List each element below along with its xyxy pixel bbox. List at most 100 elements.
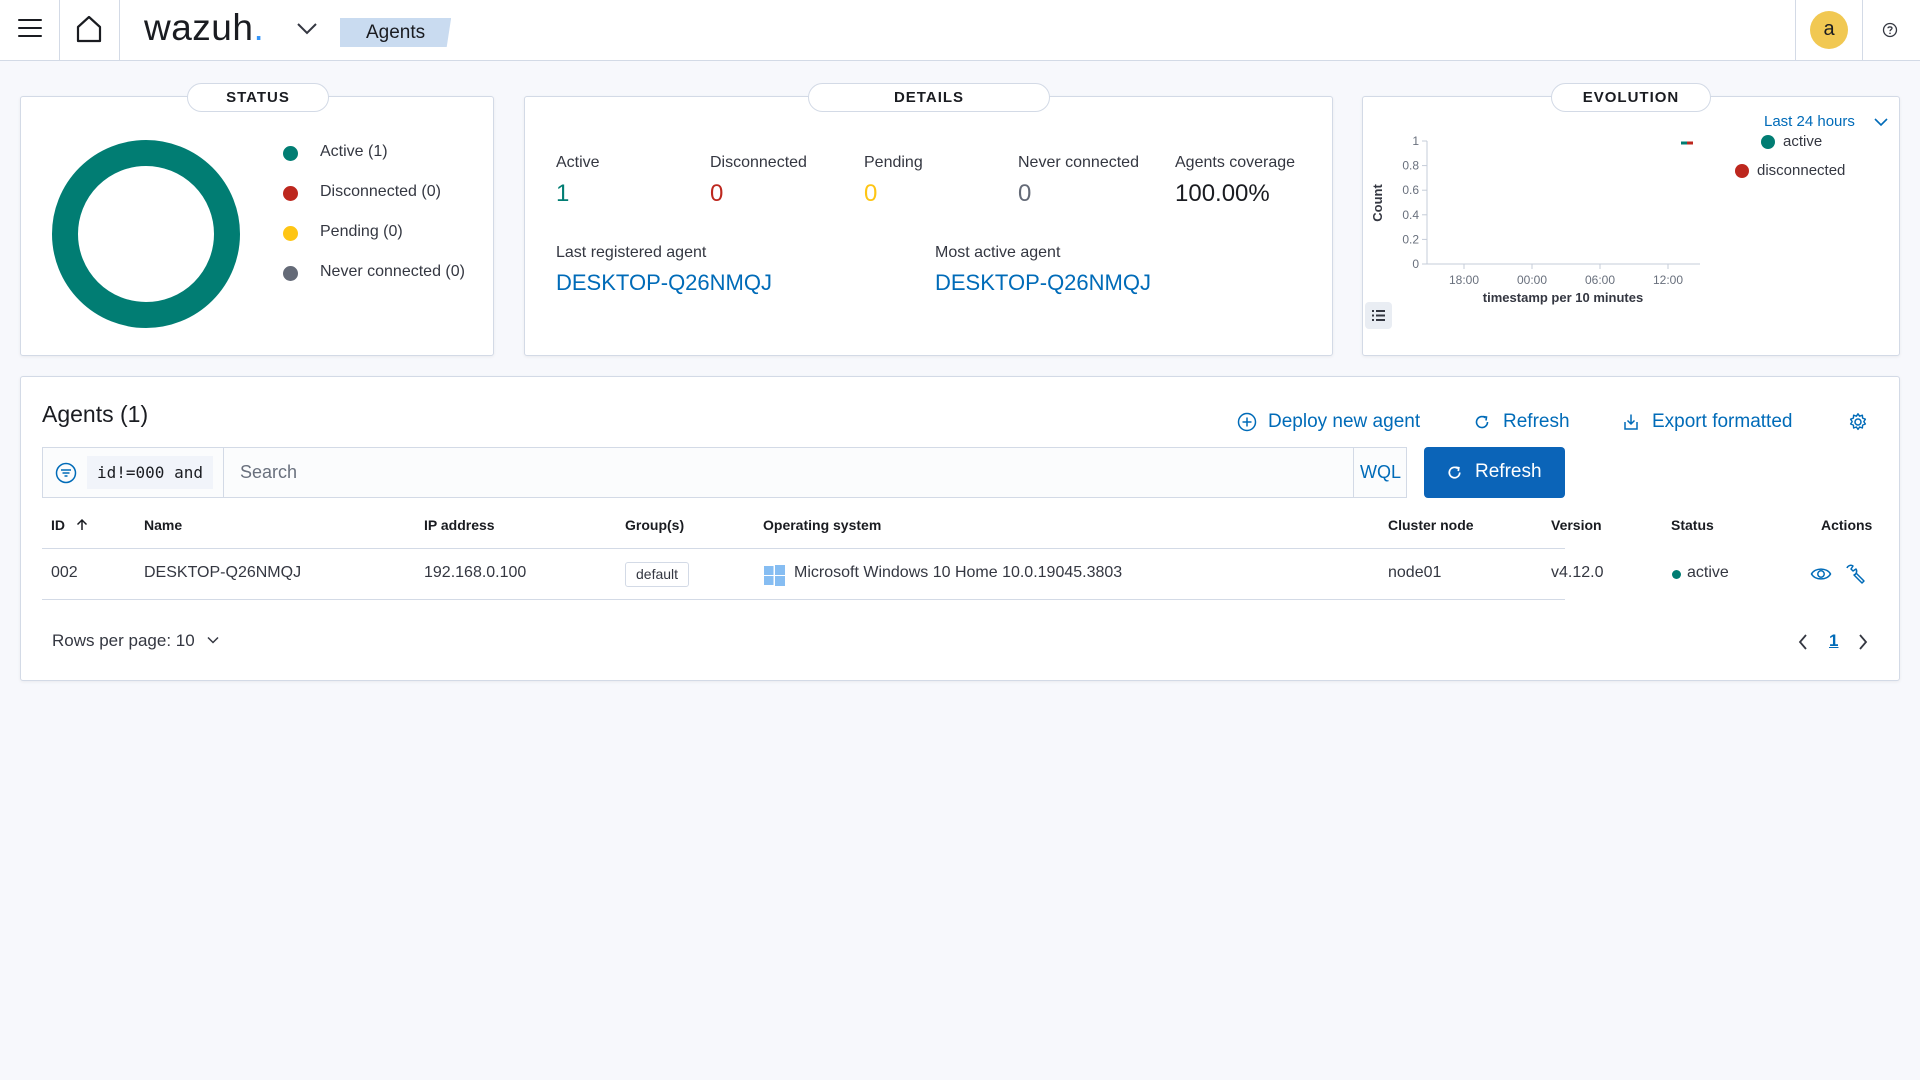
status-dot: [1672, 570, 1681, 579]
legend-disconnected[interactable]: Disconnected (0): [320, 183, 441, 201]
most-active-label: Most active agent: [935, 244, 1061, 261]
stat-pending-label: Pending: [864, 154, 923, 171]
agents-table-panel: Agents (1) Deploy new agent Refresh Expo…: [20, 376, 1900, 681]
chevron-down-icon[interactable]: [1874, 117, 1888, 127]
column-header-os[interactable]: Operating system: [763, 517, 881, 533]
column-header-name[interactable]: Name: [144, 517, 182, 533]
cell-cluster-node: node01: [1388, 564, 1442, 581]
top-header: wazuh. Agents a: [0, 0, 1920, 61]
column-header-groups[interactable]: Group(s): [625, 517, 684, 533]
deploy-new-agent-button[interactable]: Deploy new agent: [1268, 411, 1420, 433]
menu-icon[interactable]: [18, 19, 42, 41]
header-divider: [59, 0, 60, 60]
user-avatar[interactable]: a: [1810, 11, 1848, 49]
status-panel: STATUS Active (1) Disconnected (0) Pendi…: [20, 83, 494, 356]
evo-legend-active[interactable]: active: [1783, 133, 1822, 150]
y-tick-label: 0.2: [1402, 232, 1419, 246]
rows-per-page-selector[interactable]: Rows per page: 10: [52, 631, 219, 651]
y-tick-label: 0: [1412, 257, 1419, 271]
y-tick-label: 0.6: [1402, 183, 1419, 197]
status-donut-chart: [52, 140, 240, 328]
legend-active-dot: [1761, 135, 1775, 149]
export-icon[interactable]: [1621, 412, 1641, 432]
time-range-label: Last 24 hours: [1764, 113, 1855, 130]
most-active-agent-link[interactable]: DESKTOP-Q26NMQJ: [935, 270, 1151, 296]
donut-active-segment: [52, 140, 240, 328]
chevron-down-icon: [207, 636, 219, 644]
cell-ip: 192.168.0.100: [424, 564, 527, 581]
chevron-down-icon[interactable]: [296, 20, 318, 36]
eye-icon[interactable]: [1810, 564, 1832, 584]
legend-toggle-button[interactable]: [1365, 302, 1392, 329]
cell-name: DESKTOP-Q26NMQJ: [144, 564, 302, 581]
group-badge[interactable]: default: [625, 562, 690, 587]
refresh-button[interactable]: Refresh: [1424, 447, 1565, 498]
gear-icon[interactable]: [1848, 412, 1868, 432]
wql-button[interactable]: WQL: [1353, 448, 1407, 497]
column-header-version[interactable]: Version: [1551, 517, 1602, 533]
stat-never-connected-label: Never connected: [1018, 154, 1139, 171]
panel-title: DETAILS: [808, 83, 1050, 112]
x-tick-label: 06:00: [1585, 273, 1615, 287]
wrench-icon[interactable]: [1844, 563, 1866, 585]
panel-title: STATUS: [187, 83, 329, 112]
search-bar: id!=000 and WQL: [42, 447, 1407, 498]
column-header-ip[interactable]: IP address: [424, 517, 495, 533]
chevron-left-icon[interactable]: [1797, 633, 1809, 651]
stat-pending-value[interactable]: 0: [864, 180, 877, 208]
legend-active[interactable]: Active (1): [320, 143, 388, 161]
help-icon[interactable]: [1882, 22, 1898, 38]
last-registered-agent-link[interactable]: DESKTOP-Q26NMQJ: [556, 270, 772, 296]
stat-disconnected-value[interactable]: 0: [710, 180, 723, 208]
cell-status: active: [1687, 564, 1729, 581]
details-panel: DETAILS Active 1 Disconnected 0 Pending …: [524, 83, 1333, 356]
chevron-right-icon[interactable]: [1857, 633, 1869, 651]
time-range-selector[interactable]: Last 24 hours: [1764, 113, 1855, 130]
header-divider: [1795, 0, 1796, 60]
search-input[interactable]: [223, 448, 1353, 497]
legend-pending-dot: [283, 226, 298, 241]
header-divider: [1862, 0, 1863, 60]
home-icon[interactable]: [74, 14, 104, 44]
stat-coverage-label: Agents coverage: [1175, 154, 1296, 171]
breadcrumb-agents[interactable]: Agents: [340, 18, 452, 47]
stat-coverage-value: 100.00%: [1175, 180, 1270, 207]
export-formatted-button[interactable]: Export formatted: [1652, 411, 1792, 433]
evolution-panel: EVOLUTION 0 0.2 0.4 0.6 0.8 1 18:00 00:00 06:00…: [1362, 83, 1900, 356]
cell-os: Microsoft Windows 10 Home 10.0.19045.380…: [794, 564, 1123, 581]
stat-active-value[interactable]: 1: [556, 180, 569, 208]
page-1-button[interactable]: 1: [1829, 631, 1838, 651]
wazuh-logo[interactable]: wazuh.: [144, 7, 264, 49]
cell-id: 002: [51, 564, 78, 581]
last-registered-label: Last registered agent: [556, 244, 707, 261]
legend-never-connected-dot: [283, 266, 298, 281]
legend-disconnected-dot: [283, 186, 298, 201]
query-chip[interactable]: id!=000 and: [87, 456, 213, 489]
y-axis-label: Count: [1370, 184, 1385, 222]
column-header-actions: Actions: [1821, 517, 1873, 533]
x-tick-label: 00:00: [1517, 273, 1547, 287]
stat-never-connected-value[interactable]: 0: [1018, 180, 1031, 208]
column-header-cluster-node[interactable]: Cluster node: [1388, 517, 1474, 533]
legend-disconnected-dot: [1735, 164, 1749, 178]
y-tick-label: 1: [1412, 134, 1419, 148]
cell-version: v4.12.0: [1551, 564, 1604, 581]
x-axis-label: timestamp per 10 minutes: [1483, 290, 1643, 305]
stat-active-label: Active: [556, 154, 600, 171]
refresh-link-button[interactable]: Refresh: [1503, 411, 1570, 433]
sort-ascending-icon: [76, 518, 87, 530]
plus-circle-icon[interactable]: [1237, 412, 1257, 432]
x-tick-label: 18:00: [1449, 273, 1479, 287]
header-divider: [119, 0, 120, 60]
stat-disconnected-label: Disconnected: [710, 154, 807, 171]
refresh-icon[interactable]: [1472, 412, 1492, 432]
legend-pending[interactable]: Pending (0): [320, 223, 403, 241]
column-header-id[interactable]: ID: [51, 517, 89, 533]
evo-legend-disconnected[interactable]: disconnected: [1757, 162, 1845, 179]
legend-never-connected[interactable]: Never connected (0): [320, 263, 465, 281]
column-header-status[interactable]: Status: [1671, 517, 1714, 533]
y-tick-label: 0.8: [1402, 159, 1419, 173]
filter-icon[interactable]: [55, 462, 77, 484]
header-divider: [42, 548, 1565, 549]
y-tick-label: 0.4: [1402, 208, 1419, 222]
